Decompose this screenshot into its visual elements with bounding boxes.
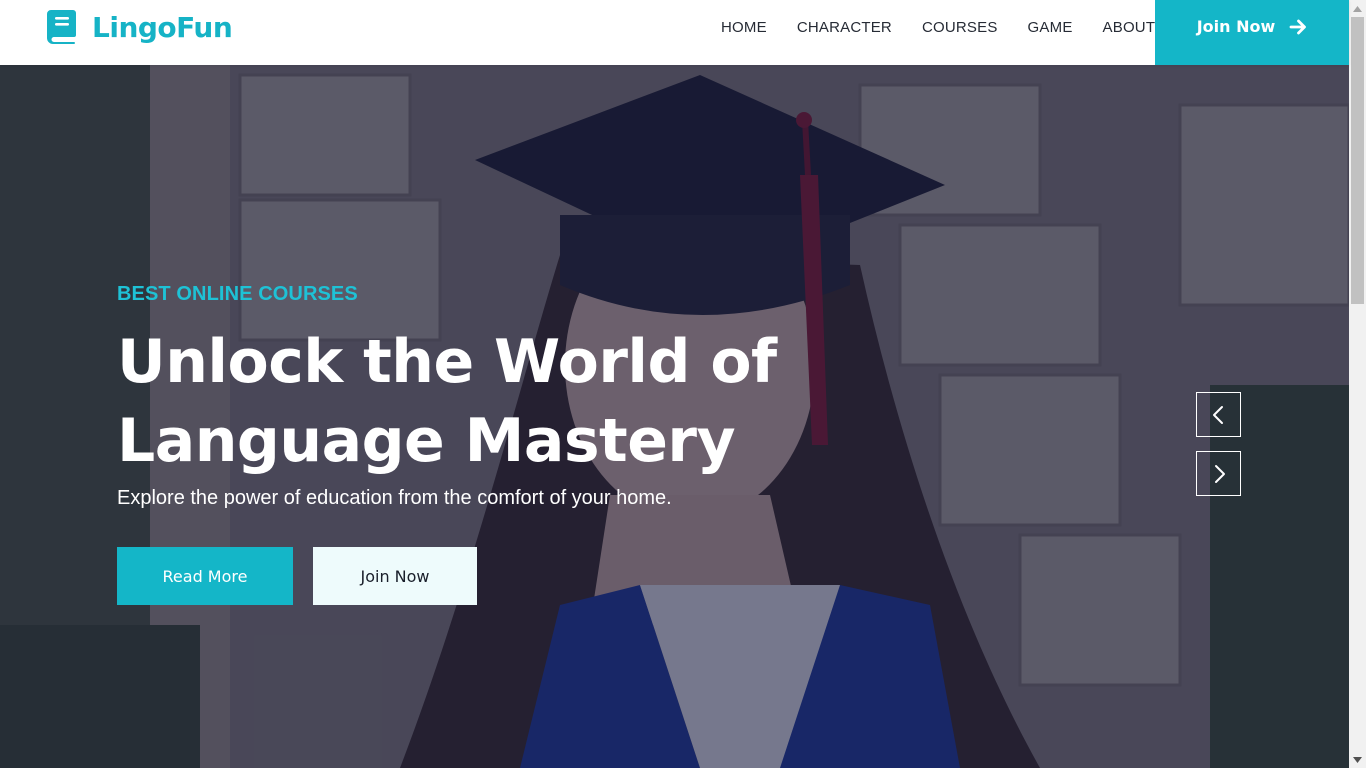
scroll-up-icon[interactable] (1349, 0, 1366, 17)
header-join-now-label: Join Now (1196, 17, 1276, 36)
main-nav: HOME CHARACTER COURSES GAME ABOUT (706, 0, 1170, 55)
hero-carousel: BEST ONLINE COURSES Unlock the World of … (0, 65, 1349, 768)
hero-content: BEST ONLINE COURSES Unlock the World of … (117, 65, 877, 768)
brand-logo-link[interactable]: LingoFun (47, 9, 233, 45)
book-icon (47, 10, 76, 44)
hero-headline-line-2: Language Mastery (117, 406, 736, 476)
scroll-down-icon[interactable] (1349, 751, 1366, 768)
carousel-prev-button[interactable] (1196, 392, 1241, 437)
arrow-right-icon (1289, 19, 1307, 34)
site-header: LingoFun HOME CHARACTER COURSES GAME ABO… (0, 0, 1349, 65)
hero-headline-line-1: Unlock the World of (117, 327, 777, 397)
nav-link-home[interactable]: HOME (706, 19, 782, 36)
hero-join-now-button[interactable]: Join Now (313, 547, 477, 605)
scrollbar-thumb[interactable] (1351, 17, 1364, 304)
nav-link-game[interactable]: GAME (1013, 19, 1088, 36)
brand-name: LingoFun (92, 10, 233, 44)
carousel-next-button[interactable] (1196, 451, 1241, 496)
hero-subtitle: Explore the power of education from the … (117, 487, 672, 509)
hero-headline: Unlock the World of Language Mastery (117, 323, 837, 481)
chevron-left-icon (1212, 405, 1223, 424)
chevron-right-icon (1214, 464, 1225, 483)
header-join-now-button[interactable]: Join Now (1155, 0, 1349, 65)
read-more-button[interactable]: Read More (117, 547, 293, 605)
page-scrollbar[interactable] (1349, 0, 1366, 768)
nav-link-character[interactable]: CHARACTER (782, 19, 907, 36)
nav-link-courses[interactable]: COURSES (907, 19, 1013, 36)
hero-eyebrow: BEST ONLINE COURSES (117, 283, 358, 305)
